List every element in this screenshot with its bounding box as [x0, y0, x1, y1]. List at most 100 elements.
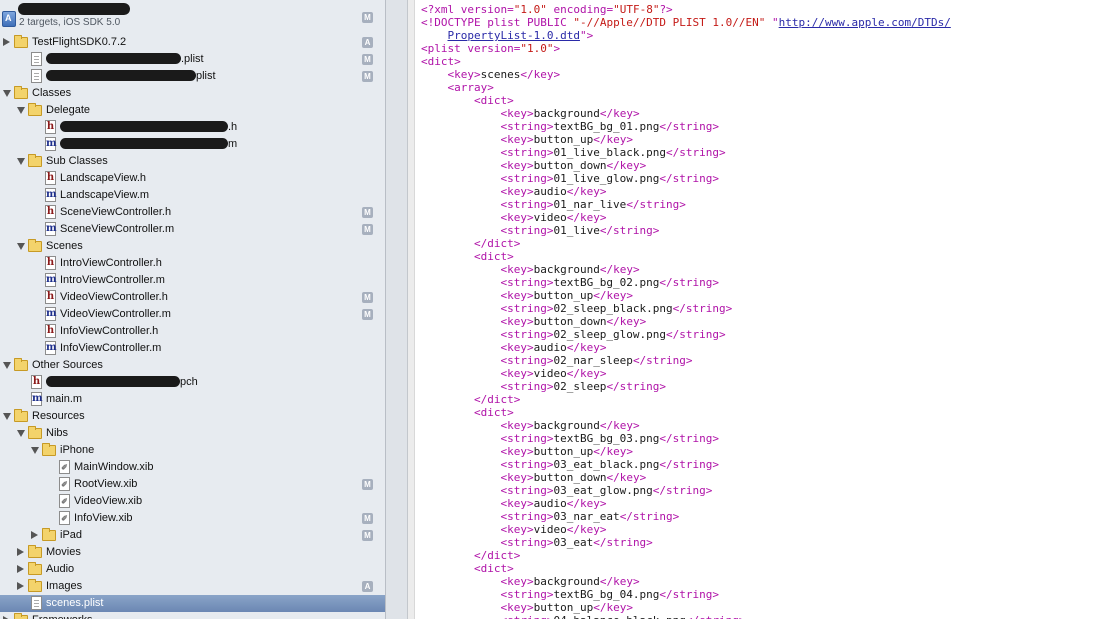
- code-line: <string>textBG_bg_01.png</string>: [421, 120, 720, 133]
- disclosure-open-icon[interactable]: [17, 158, 25, 165]
- nav-group-row[interactable]: Delegate: [0, 102, 385, 119]
- nav-group-row[interactable]: iPad M: [0, 527, 385, 544]
- nav-group-row[interactable]: Images A: [0, 578, 385, 595]
- nav-group-row[interactable]: Audio: [0, 561, 385, 578]
- disclosure-closed-icon[interactable]: [17, 548, 24, 556]
- nav-group-row[interactable]: TestFlightSDK0.7.2 A: [0, 34, 385, 51]
- code-line: <key>audio</key>: [421, 185, 607, 198]
- project-row[interactable]: 2 targets, iOS SDK 5.0 M: [0, 0, 385, 34]
- code-line: <dict>: [421, 250, 514, 263]
- disclosure-closed-icon[interactable]: [17, 582, 24, 590]
- nav-file-row[interactable]: h IntroViewController.h: [0, 255, 385, 272]
- nav-group-row[interactable]: Resources: [0, 408, 385, 425]
- redacted-project-name: [18, 3, 130, 15]
- h-file-icon: h: [45, 205, 56, 219]
- disclosure-closed-icon[interactable]: [17, 565, 24, 573]
- nav-file-row[interactable]: ✐ RootView.xib M: [0, 476, 385, 493]
- folder-icon: [14, 613, 28, 619]
- nav-group-row[interactable]: Sub Classes: [0, 153, 385, 170]
- nav-group-row[interactable]: Movies: [0, 544, 385, 561]
- folder-icon: [28, 426, 42, 439]
- disclosure-open-icon[interactable]: [17, 107, 25, 114]
- disclosure-closed-icon[interactable]: [31, 531, 38, 539]
- nav-row-label: iPad: [60, 529, 83, 541]
- nav-row-label: SceneViewController.h: [60, 206, 172, 218]
- project-subtitle: 2 targets, iOS SDK 5.0: [19, 17, 121, 28]
- nav-group-row[interactable]: iPhone: [0, 442, 385, 459]
- nav-file-row[interactable]: ✐ MainWindow.xib: [0, 459, 385, 476]
- nav-file-row[interactable]: m VideoViewController.m M: [0, 306, 385, 323]
- code-line: <key>button_down</key>: [421, 159, 647, 172]
- nav-file-row[interactable]: ✐ VideoView.xib: [0, 493, 385, 510]
- nav-file-row[interactable]: m LandscapeView.m: [0, 187, 385, 204]
- scm-status-badge: M: [362, 530, 373, 541]
- nav-row-label: .h: [228, 121, 238, 133]
- project-navigator: 2 targets, iOS SDK 5.0 M TestFlightSDK0.…: [0, 0, 386, 619]
- nav-file-row[interactable]: h VideoViewController.h M: [0, 289, 385, 306]
- nav-row-label: scenes.plist: [46, 597, 104, 609]
- disclosure-open-icon[interactable]: [3, 413, 11, 420]
- nav-file-row[interactable]: h .h: [0, 119, 385, 136]
- document-icon: [31, 596, 42, 610]
- nav-row-label: VideoViewController.m: [60, 308, 171, 320]
- nav-group-row[interactable]: Other Sources: [0, 357, 385, 374]
- h-file-icon: h: [45, 290, 56, 304]
- folder-icon: [28, 154, 42, 167]
- editor-gutter: [408, 0, 415, 619]
- xib-file-icon: ✐: [59, 477, 70, 491]
- folder-icon: [14, 86, 28, 99]
- code-line: <string>03_eat</string>: [421, 536, 653, 549]
- code-line: <key>background</key>: [421, 107, 640, 120]
- code-line: <key>video</key>: [421, 211, 607, 224]
- disclosure-open-icon[interactable]: [17, 430, 25, 437]
- nav-row-label: Sub Classes: [46, 155, 108, 167]
- nav-file-row[interactable]: .plist M: [0, 51, 385, 68]
- nav-group-row[interactable]: Nibs: [0, 425, 385, 442]
- m-file-icon: m: [45, 341, 57, 355]
- nav-file-row[interactable]: scenes.plist: [0, 595, 385, 612]
- nav-group-row[interactable]: Classes: [0, 85, 385, 102]
- nav-group-row[interactable]: Scenes: [0, 238, 385, 255]
- nav-file-row[interactable]: m IntroViewController.m: [0, 272, 385, 289]
- nav-row-label: Resources: [32, 410, 85, 422]
- nav-file-row[interactable]: h InfoViewController.h: [0, 323, 385, 340]
- h-file-icon: h: [31, 375, 42, 389]
- code-line: <string>textBG_bg_03.png</string>: [421, 432, 720, 445]
- scm-status-badge: A: [362, 581, 373, 592]
- code-line: <key>video</key>: [421, 523, 607, 536]
- folder-icon: [28, 239, 42, 252]
- nav-file-row[interactable]: m SceneViewController.m M: [0, 221, 385, 238]
- disclosure-open-icon[interactable]: [31, 447, 39, 454]
- nav-row-label: .plist: [181, 53, 204, 65]
- code-line: <dict>: [421, 562, 514, 575]
- disclosure-open-icon[interactable]: [3, 90, 11, 97]
- folder-icon: [28, 545, 42, 558]
- folder-icon: [14, 35, 28, 48]
- navigator-splitter[interactable]: [386, 0, 408, 619]
- folder-icon: [14, 358, 28, 371]
- code-line: <array>: [421, 81, 494, 94]
- disclosure-closed-icon[interactable]: [3, 38, 10, 46]
- plist-source-editor[interactable]: <?xml version="1.0" encoding="UTF-8"?> <!…: [415, 0, 1101, 619]
- nav-file-row[interactable]: m main.m: [0, 391, 385, 408]
- scm-status-badge: M: [362, 54, 373, 65]
- m-file-icon: m: [45, 137, 57, 151]
- nav-file-row[interactable]: h pch: [0, 374, 385, 391]
- h-file-icon: h: [45, 324, 56, 338]
- nav-group-row[interactable]: Frameworks: [0, 612, 385, 619]
- nav-file-row[interactable]: h SceneViewController.h M: [0, 204, 385, 221]
- nav-row-label: MainWindow.xib: [74, 461, 154, 473]
- disclosure-open-icon[interactable]: [17, 243, 25, 250]
- nav-file-row[interactable]: ✐ InfoView.xib M: [0, 510, 385, 527]
- nav-file-row[interactable]: plist M: [0, 68, 385, 85]
- disclosure-open-icon[interactable]: [3, 362, 11, 369]
- code-line: <key>button_down</key>: [421, 471, 647, 484]
- code-line: <string>01_live_black.png</string>: [421, 146, 726, 159]
- nav-file-row[interactable]: mm: [0, 136, 385, 153]
- nav-file-row[interactable]: h LandscapeView.h: [0, 170, 385, 187]
- nav-file-row[interactable]: m InfoViewController.m: [0, 340, 385, 357]
- scm-status-badge: M: [362, 71, 373, 82]
- code-line: <key>background</key>: [421, 575, 640, 588]
- xib-file-icon: ✐: [59, 511, 70, 525]
- m-file-icon: m: [45, 222, 57, 236]
